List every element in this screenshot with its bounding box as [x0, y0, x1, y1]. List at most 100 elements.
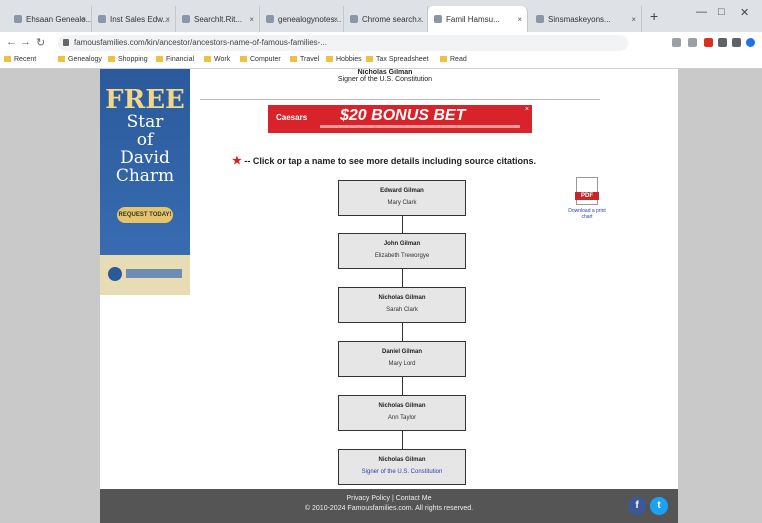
star-icon: ★	[232, 155, 242, 167]
banner-close-icon[interactable]: ×	[525, 106, 529, 113]
tab-favicon-icon	[182, 15, 190, 23]
bookmark-item[interactable]: Tax Spreadsheet	[366, 56, 429, 63]
connector-line	[402, 431, 403, 449]
charm-advertisement[interactable]: FREE Star of David Charm REQUEST TODAY!	[100, 69, 190, 295]
bookmark-item[interactable]: Recent	[4, 56, 36, 63]
ancestor-title-link[interactable]: Signer of the U.S. Constitution	[339, 469, 465, 475]
ad-line: Star	[126, 112, 164, 132]
facebook-icon[interactable]: f	[628, 497, 646, 515]
instruction-label: -- Click or tap a name to see more detai…	[244, 156, 536, 166]
tab-favicon-icon	[266, 15, 274, 23]
ad-free-text: FREE	[105, 85, 185, 115]
footer-copyright: © 2010-2024 Famousfamilies.com. All righ…	[304, 505, 474, 512]
browser-tab-active[interactable]: Famil Hamsu... ×	[428, 6, 528, 32]
ancestor-box[interactable]: Nicholas Gilman Sarah Clark	[338, 287, 466, 323]
tab-favicon-icon	[350, 15, 358, 23]
forward-arrow-icon[interactable]: →	[20, 36, 31, 48]
extension-icon[interactable]	[704, 38, 713, 47]
ancestor-box[interactable]: Nicholas Gilman Signer of the U.S. Const…	[338, 449, 466, 485]
browser-tab[interactable]: Sinsmaskeyons... ×	[530, 6, 642, 32]
ancestor-name[interactable]: John Gilman	[339, 241, 465, 247]
page-title-subtitle: Signer of the U.S. Constitution	[337, 76, 433, 83]
bonus-bet-banner-ad[interactable]: Caesars $20 BONUS BET ×	[268, 105, 532, 133]
tab-favicon-icon	[434, 15, 442, 23]
tab-close-icon[interactable]: ×	[333, 15, 338, 24]
pdf-download[interactable]: PDF Download a print chart	[562, 177, 612, 220]
maximize-icon[interactable]: □	[718, 6, 725, 18]
connector-line	[402, 216, 403, 233]
ancestor-name[interactable]: Nicholas Gilman	[339, 457, 465, 463]
ad-request-button[interactable]: REQUEST TODAY!	[117, 207, 173, 223]
ancestor-spouse[interactable]: Mary Clark	[339, 200, 465, 206]
bookmark-item[interactable]: Genealogy	[58, 56, 102, 63]
tab-close-icon[interactable]: ×	[249, 15, 254, 24]
sponsor-emblem-icon	[108, 267, 122, 281]
share-icon[interactable]	[688, 38, 697, 47]
lock-icon	[63, 39, 69, 46]
new-tab-icon[interactable]: +	[650, 8, 658, 24]
twitter-icon[interactable]: t	[650, 497, 668, 515]
bookmark-item[interactable]: Travel	[290, 56, 319, 63]
puzzle-icon[interactable]	[718, 38, 727, 47]
zoom-icon[interactable]	[672, 38, 681, 47]
browser-tab[interactable]: Ehsaan Genealo... ×	[8, 6, 92, 32]
ancestor-name[interactable]: Nicholas Gilman	[339, 403, 465, 409]
page-title: Nicholas Gilman Signer of the U.S. Const…	[320, 69, 450, 83]
minimize-icon[interactable]: —	[696, 6, 707, 18]
banner-headline: $20 BONUS BET	[340, 107, 466, 124]
browser-tab[interactable]: genealogynotes... ×	[260, 6, 344, 32]
ancestor-name[interactable]: Daniel Gilman	[339, 349, 465, 355]
tab-close-icon[interactable]: ×	[517, 15, 522, 24]
ancestor-spouse[interactable]: Ann Taylor	[339, 415, 465, 421]
pdf-download-link[interactable]: Download a print chart	[562, 208, 612, 220]
bookmark-item[interactable]: Work	[204, 56, 230, 63]
bookmarks-bar: Recent Genealogy Shopping Financial Work…	[0, 54, 762, 69]
ancestor-box[interactable]: John Gilman Elizabeth Treworgye	[338, 233, 466, 269]
ancestor-box[interactable]: Edward Gilman Mary Clark	[338, 180, 466, 216]
pdf-badge: PDF	[575, 192, 599, 200]
instruction-text: ★ -- Click or tap a name to see more det…	[232, 154, 536, 167]
page-footer: Privacy Policy | Contact Me © 2010-2024 …	[100, 489, 678, 523]
bookmark-item[interactable]: Read	[440, 56, 467, 63]
footer-links[interactable]: Privacy Policy | Contact Me	[100, 495, 678, 502]
connector-line	[402, 269, 403, 287]
profile-avatar-icon[interactable]	[746, 38, 755, 47]
divider	[200, 99, 600, 100]
reload-icon[interactable]: ↻	[36, 36, 45, 49]
connector-line	[402, 377, 403, 395]
tab-favicon-icon	[536, 15, 544, 23]
pdf-file-icon[interactable]: PDF	[575, 177, 599, 205]
connector-line	[402, 323, 403, 341]
tab-close-icon[interactable]: ×	[631, 15, 636, 24]
ancestor-name[interactable]: Nicholas Gilman	[339, 295, 465, 301]
bookmark-item[interactable]: Financial	[156, 56, 194, 63]
browser-tab[interactable]: Inst Sales Edw... ×	[92, 6, 176, 32]
tab-close-icon[interactable]: ×	[81, 15, 86, 24]
ancestor-spouse[interactable]: Sarah Clark	[339, 307, 465, 313]
ad-line: Charm	[115, 166, 175, 186]
tab-favicon-icon	[98, 15, 106, 23]
page-title-name: Nicholas Gilman	[357, 69, 413, 76]
address-bar[interactable]: famousfamilies.com/kin/ancestor/ancestor…	[58, 35, 628, 51]
ancestor-box[interactable]: Daniel Gilman Mary Lord	[338, 341, 466, 377]
bookmark-item[interactable]: Hobbies	[326, 56, 362, 63]
browser-tab[interactable]: Chrome search... ×	[344, 6, 428, 32]
web-page: FREE Star of David Charm REQUEST TODAY! …	[0, 69, 762, 523]
tab-close-icon[interactable]: ×	[165, 15, 170, 24]
ancestor-box[interactable]: Nicholas Gilman Ann Taylor	[338, 395, 466, 431]
ad-sponsor-logo	[100, 255, 190, 295]
close-window-icon[interactable]: ✕	[740, 6, 749, 19]
bookmark-item[interactable]: Shopping	[108, 56, 148, 63]
sidebar-icon[interactable]	[732, 38, 741, 47]
ancestor-name[interactable]: Edward Gilman	[339, 188, 465, 194]
browser-tab-bar: Ehsaan Genealo... × Inst Sales Edw... × Se…	[0, 0, 762, 32]
bookmark-item[interactable]: Computer	[240, 56, 281, 63]
ad-line: of	[136, 130, 154, 150]
back-arrow-icon[interactable]: ←	[6, 36, 17, 48]
tab-close-icon[interactable]: ×	[417, 15, 422, 24]
ancestor-spouse[interactable]: Mary Lord	[339, 361, 465, 367]
ad-line: David	[120, 148, 170, 168]
browser-tab[interactable]: Searchlt.Rit... ×	[176, 6, 260, 32]
browser-toolbar: ← → ↻ famousfamilies.com/kin/ancestor/an…	[0, 32, 762, 54]
ancestor-spouse[interactable]: Elizabeth Treworgye	[339, 253, 465, 259]
